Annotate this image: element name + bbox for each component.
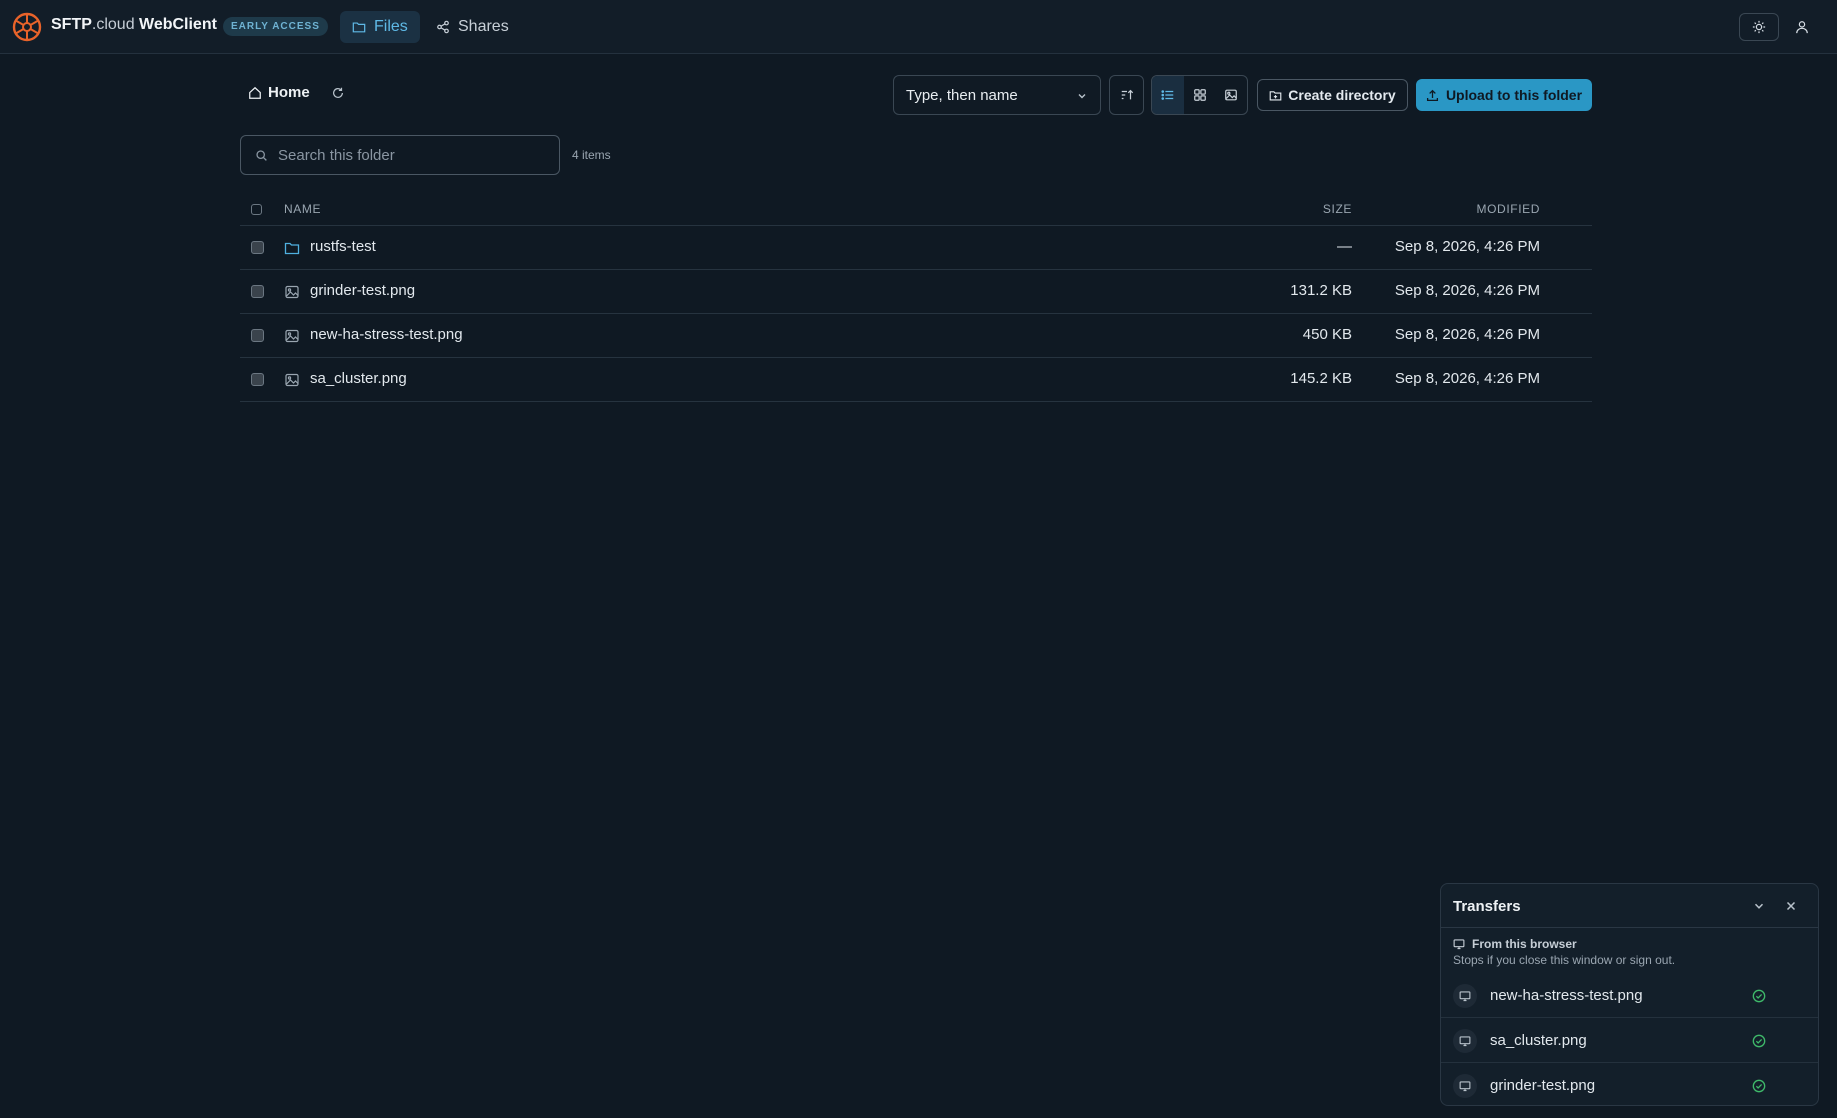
transfer-file-name: sa_cluster.png: [1490, 1032, 1587, 1049]
sort-select[interactable]: Type, then name: [893, 75, 1101, 115]
chevron-down-icon: [1076, 90, 1088, 102]
brand-suffix: .cloud: [91, 16, 135, 33]
file-modified: Sep 8, 2026, 4:26 PM: [1394, 326, 1540, 343]
upload-label: Upload to this folder: [1445, 87, 1583, 103]
file-name[interactable]: new-ha-stress-test.png: [310, 326, 463, 343]
sun-icon: [1752, 20, 1766, 34]
table-row[interactable]: new-ha-stress-test.png 450 KB Sep 8, 202…: [240, 314, 1592, 358]
app-name: WebClient: [139, 16, 217, 33]
file-name[interactable]: rustfs-test: [310, 238, 376, 255]
file-size: —: [1337, 238, 1352, 255]
search-input[interactable]: [278, 146, 538, 164]
file-name[interactable]: grinder-test.png: [310, 282, 415, 299]
image-file-icon: [284, 328, 300, 344]
sort-order-button[interactable]: [1109, 75, 1144, 115]
transfers-title: Transfers: [1453, 898, 1521, 915]
file-size: 450 KB: [1302, 326, 1352, 343]
breadcrumb-home-label: Home: [268, 84, 310, 101]
folder-icon: [284, 240, 300, 256]
home-icon: [248, 86, 262, 100]
transfer-item[interactable]: new-ha-stress-test.png: [1441, 973, 1818, 1018]
collapse-button[interactable]: [1752, 899, 1766, 913]
top-bar: SFTP.cloud WebClient EARLY ACCESS Files …: [0, 0, 1837, 54]
image-file-icon: [284, 284, 300, 300]
grid-view-button[interactable]: [1184, 76, 1216, 114]
file-table: NAME SIZE MODIFIED rustfs-test — Sep 8, …: [240, 196, 1592, 402]
gallery-view-icon: [1224, 88, 1238, 102]
column-header-name[interactable]: NAME: [284, 202, 321, 216]
breadcrumb-home[interactable]: Home: [248, 84, 310, 101]
transfer-item[interactable]: sa_cluster.png: [1441, 1018, 1818, 1063]
file-size: 131.2 KB: [1290, 282, 1352, 299]
tab-shares[interactable]: Shares: [424, 11, 521, 43]
sort-order-icon: [1120, 88, 1134, 102]
file-modified: Sep 8, 2026, 4:26 PM: [1394, 282, 1540, 299]
row-checkbox[interactable]: [251, 285, 264, 298]
upload-icon: [1426, 89, 1439, 102]
column-header-modified[interactable]: MODIFIED: [1477, 202, 1540, 216]
view-mode-group: [1151, 75, 1248, 115]
share-icon: [436, 20, 450, 34]
row-checkbox[interactable]: [251, 373, 264, 386]
user-icon: [1795, 20, 1809, 34]
user-menu-button[interactable]: [1790, 15, 1814, 39]
row-checkbox[interactable]: [251, 241, 264, 254]
sftp-cloud-logo-icon[interactable]: [12, 12, 42, 42]
tab-files-label: Files: [374, 18, 408, 35]
list-view-button[interactable]: [1152, 76, 1184, 114]
transfer-file-name: grinder-test.png: [1490, 1077, 1596, 1094]
monitor-icon: [1453, 984, 1477, 1008]
table-row[interactable]: grinder-test.png 131.2 KB Sep 8, 2026, 4…: [240, 270, 1592, 314]
gallery-view-button[interactable]: [1215, 76, 1247, 114]
early-access-badge: EARLY ACCESS: [223, 17, 328, 36]
theme-toggle-button[interactable]: [1739, 13, 1779, 41]
upload-button[interactable]: Upload to this folder: [1416, 79, 1592, 111]
create-directory-label: Create directory: [1288, 87, 1396, 103]
close-icon: [1784, 899, 1798, 913]
create-directory-button[interactable]: Create directory: [1257, 79, 1408, 111]
monitor-icon: [1453, 1029, 1477, 1053]
item-count: 4 items: [572, 148, 611, 162]
folder-plus-icon: [1269, 89, 1282, 102]
check-circle-icon: [1752, 989, 1766, 1003]
table-row[interactable]: rustfs-test — Sep 8, 2026, 4:26 PM: [240, 226, 1592, 270]
monitor-icon: [1453, 1074, 1477, 1098]
refresh-button[interactable]: [331, 86, 347, 102]
folder-icon: [352, 20, 366, 34]
transfer-item[interactable]: grinder-test.png: [1441, 1063, 1818, 1105]
brand-name[interactable]: SFTP.cloud: [51, 16, 135, 34]
table-row[interactable]: sa_cluster.png 145.2 KB Sep 8, 2026, 4:2…: [240, 358, 1592, 402]
transfers-header: Transfers: [1441, 884, 1818, 928]
search-box[interactable]: [240, 135, 560, 175]
chevron-down-icon: [1752, 899, 1766, 913]
tab-files[interactable]: Files: [340, 11, 420, 43]
image-file-icon: [284, 372, 300, 388]
transfer-file-name: new-ha-stress-test.png: [1490, 987, 1643, 1004]
check-circle-icon: [1752, 1079, 1766, 1093]
file-size: 145.2 KB: [1290, 370, 1352, 387]
search-icon: [255, 149, 268, 162]
sort-select-value: Type, then name: [906, 86, 1018, 104]
transfers-panel: Transfers From this browser Stops if you…: [1440, 883, 1819, 1106]
transfers-section: From this browser Stops if you close thi…: [1441, 928, 1818, 973]
file-name[interactable]: sa_cluster.png: [310, 370, 407, 387]
select-all-checkbox[interactable]: [251, 204, 262, 215]
close-button[interactable]: [1784, 899, 1798, 913]
row-checkbox[interactable]: [251, 329, 264, 342]
file-modified: Sep 8, 2026, 4:26 PM: [1394, 370, 1540, 387]
refresh-icon: [331, 86, 347, 100]
list-view-icon: [1161, 88, 1175, 102]
grid-view-icon: [1193, 88, 1207, 102]
monitor-icon: [1453, 938, 1465, 950]
table-header: NAME SIZE MODIFIED: [240, 196, 1592, 226]
check-circle-icon: [1752, 1034, 1766, 1048]
transfers-section-title: From this browser: [1472, 937, 1577, 951]
file-modified: Sep 8, 2026, 4:26 PM: [1394, 238, 1540, 255]
transfers-section-subtitle: Stops if you close this window or sign o…: [1453, 953, 1676, 967]
column-header-size[interactable]: SIZE: [1323, 202, 1352, 216]
tab-shares-label: Shares: [458, 18, 509, 35]
brand-main: SFTP: [51, 16, 92, 33]
